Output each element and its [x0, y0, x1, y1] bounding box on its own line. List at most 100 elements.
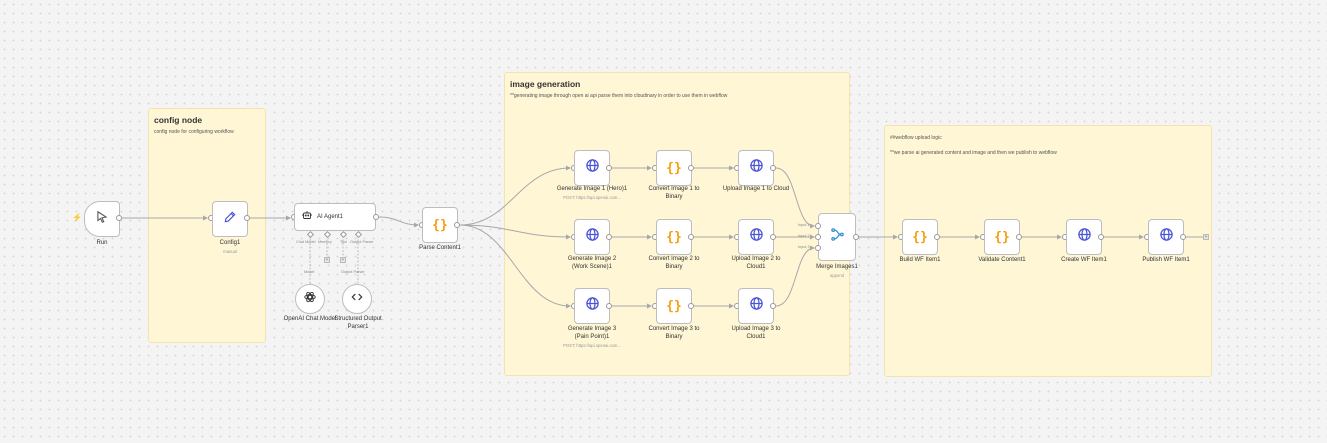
cursor-icon [95, 210, 109, 229]
sticky-config-title: config node [154, 115, 203, 125]
handle-up3-out[interactable] [770, 303, 776, 309]
code-brackets-icon [350, 290, 364, 309]
add-next-node-button[interactable]: + [1203, 234, 1209, 240]
sticky-webflow-line2: **we parse ai generated content and imag… [890, 150, 1057, 156]
handle-conv1-out[interactable] [688, 165, 694, 171]
handle-publish-out[interactable] [1180, 234, 1186, 240]
sublabel-generate-image-3: POST: https://api.openai.com... [563, 343, 621, 348]
merge-icon [830, 227, 845, 247]
handle-up1-out[interactable] [770, 165, 776, 171]
handle-gen1-out[interactable] [606, 165, 612, 171]
port-label-tool: Tool [340, 240, 347, 244]
handle-agent-out[interactable] [373, 214, 379, 220]
handle-up2-out[interactable] [770, 234, 776, 240]
node-build-wf-item[interactable]: {} [902, 219, 938, 255]
node-generate-image-2[interactable] [574, 219, 610, 255]
node-upload-image-1[interactable] [738, 150, 774, 186]
node-structured-output-parser[interactable] [342, 284, 372, 314]
globe-icon [1159, 227, 1174, 247]
sub-port-label-output-parser: Output Parser [341, 270, 365, 274]
globe-icon [749, 296, 764, 316]
node-validate-content[interactable]: {} [984, 219, 1020, 255]
label-generate-image-2: Generate Image 2 (Work Scene)1 [567, 256, 617, 270]
node-publish-wf-item[interactable] [1148, 219, 1184, 255]
handle-create-out[interactable] [1098, 234, 1104, 240]
handle-merge-in-1[interactable] [815, 223, 821, 229]
port-label-output-parser: Output Parser [350, 240, 374, 244]
robot-icon [301, 208, 313, 226]
label-convert-image-3: Convert Image 3 to Binary [648, 326, 700, 340]
handle-validate-out[interactable] [1016, 234, 1022, 240]
node-openai-chat-model[interactable] [295, 284, 325, 314]
pencil-icon [223, 210, 237, 229]
sublabel-generate-image-1: POST: https://api.openai.com... [563, 195, 621, 200]
handle-parse-out[interactable] [454, 222, 460, 228]
node-create-wf-item[interactable] [1066, 219, 1102, 255]
node-convert-image-3[interactable]: {} [656, 288, 692, 324]
globe-icon [585, 227, 600, 247]
braces-icon: {} [912, 229, 928, 245]
node-run[interactable] [84, 201, 120, 237]
port-output-parser[interactable] [354, 230, 363, 239]
label-publish-wf-item: Publish WF Item1 [1142, 257, 1190, 263]
sublabel-config: manual [223, 249, 237, 254]
port-label-chat-model: Chat Model [296, 240, 316, 244]
edge-agent-parse [378, 216, 419, 228]
node-upload-image-3[interactable] [738, 288, 774, 324]
globe-icon [749, 227, 764, 247]
node-generate-image-3[interactable] [574, 288, 610, 324]
label-generate-image-3: Generate Image 3 (Pain Point)1 [567, 326, 617, 340]
label-convert-image-2: Convert Image 2 to Binary [648, 256, 700, 270]
label-upload-image-3: Upload Image 3 to Cloud1 [731, 326, 781, 340]
sub-port-label-model: Model [304, 270, 315, 274]
port-chat-model[interactable] [306, 230, 315, 239]
port-memory[interactable] [323, 230, 332, 239]
handle-merge-out[interactable] [853, 234, 859, 240]
merge-input-label-1: Input 1 [798, 223, 810, 227]
label-ai-agent: AI Agent1 [317, 214, 344, 220]
globe-icon [585, 158, 600, 178]
handle-gen3-out[interactable] [606, 303, 612, 309]
add-memory-button[interactable]: + [324, 257, 330, 263]
node-generate-image-1[interactable] [574, 150, 610, 186]
node-convert-image-1[interactable]: {} [656, 150, 692, 186]
sticky-image-title: image generation [510, 79, 581, 89]
handle-run-out[interactable] [116, 215, 122, 221]
add-tool-button[interactable]: + [340, 257, 346, 263]
handle-merge-in-3[interactable] [815, 245, 821, 251]
node-parse-content[interactable]: {} [422, 207, 458, 243]
port-label-memory: Memory [318, 240, 332, 244]
sticky-config-text: config node for configuring workflow [154, 129, 234, 135]
handle-gen2-out[interactable] [606, 234, 612, 240]
node-ai-agent[interactable]: AI Agent1 [294, 203, 376, 231]
globe-icon [1077, 227, 1092, 247]
label-config: Config1 [219, 240, 241, 246]
sticky-config-node[interactable]: config node config node for configuring … [148, 108, 266, 343]
handle-conv3-out[interactable] [688, 303, 694, 309]
braces-icon: {} [666, 298, 682, 314]
handle-conv2-out[interactable] [688, 234, 694, 240]
label-merge-images: Merge Images1 [816, 264, 858, 270]
node-config[interactable] [212, 201, 248, 237]
handle-merge-in-2[interactable] [815, 234, 821, 240]
globe-icon [749, 158, 764, 178]
handle-config-out[interactable] [244, 215, 250, 221]
node-upload-image-2[interactable] [738, 219, 774, 255]
label-convert-image-1: Convert Image 1 to Binary [648, 186, 700, 200]
label-run: Run [96, 240, 108, 246]
label-structured-output-parser: Structured Output Parser1 [334, 316, 382, 330]
sublabel-merge-images: append [830, 273, 844, 278]
sticky-image-text: **generating image through open ai api p… [510, 93, 728, 99]
port-tool[interactable] [339, 230, 348, 239]
merge-input-label-2: Input 2 [798, 234, 810, 238]
label-generate-image-1: Generate Image 1 (Hero)1 [556, 186, 628, 192]
node-merge-images[interactable] [818, 213, 856, 261]
node-convert-image-2[interactable]: {} [656, 219, 692, 255]
braces-icon: {} [994, 229, 1010, 245]
openai-icon [303, 290, 317, 309]
label-upload-image-2: Upload Image 2 to Cloud1 [731, 256, 781, 270]
label-upload-image-1: Upload Image 1 to Cloud [722, 186, 790, 192]
braces-icon: {} [666, 229, 682, 245]
sticky-webflow-line1: ##webflow upload logic [890, 135, 942, 141]
handle-build-out[interactable] [934, 234, 940, 240]
